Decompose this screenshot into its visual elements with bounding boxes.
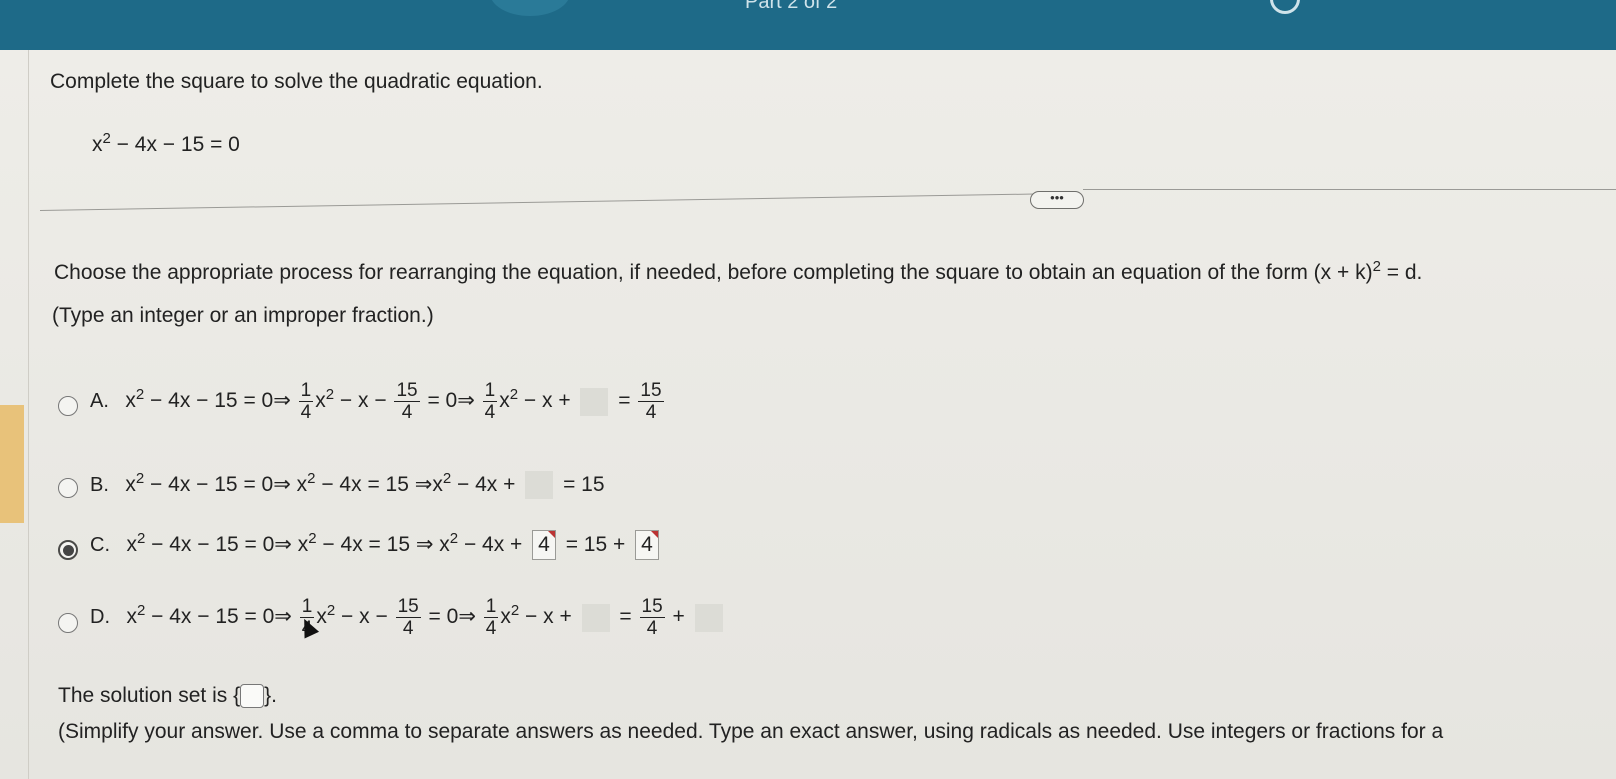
fraction: 14 (482, 380, 498, 423)
fraction: 15 4 (395, 596, 421, 639)
header-decoration (490, 0, 570, 16)
question-prompt: Complete the square to solve the quadrat… (50, 70, 543, 93)
left-accent-bar (0, 405, 24, 523)
option-c-answer-2[interactable]: 4 (635, 530, 659, 561)
option-b[interactable]: B. x2 − 4x − 15 = 0⇒ x2 − 4x = 15 ⇒x2 − … (90, 470, 605, 500)
top-bar: Part 2 of 2 (0, 0, 1616, 50)
instructions-line-2: (Type an integer or an improper fraction… (52, 304, 434, 327)
option-a-blank[interactable] (580, 387, 609, 416)
option-c-math: x2 − 4x − 15 = 0⇒ x2 − 4x = 15 ⇒ x2 − 4x… (126, 530, 662, 561)
fraction: 15 4 (639, 596, 665, 639)
fraction: 15 4 (394, 380, 420, 423)
solution-set-input[interactable] (240, 684, 265, 709)
option-d-radio[interactable] (58, 613, 78, 633)
option-b-blank[interactable] (525, 471, 554, 500)
option-d-math: x2 − 4x − 15 = 0⇒ 1 4 x2 − x − 15 4 = 0⇒ 14… (126, 596, 726, 639)
fraction: 15 4 (638, 380, 664, 423)
option-a-radio[interactable] (58, 396, 78, 416)
option-a[interactable]: A. x2 − 4x − 15 = 0⇒ 1 4 x2 − x − 15 4 = 0⇒… (90, 380, 666, 423)
option-d-blank-2[interactable] (694, 603, 723, 632)
solution-set-line: The solution set is {}. (58, 684, 277, 709)
question-equation: x2 − 4x − 15 = 0 (92, 130, 240, 156)
instructions-line-1: Choose the appropriate process for rearr… (54, 258, 1423, 284)
option-c-radio[interactable] (58, 540, 78, 560)
option-b-radio[interactable] (58, 478, 78, 498)
option-b-math: x2 − 4x − 15 = 0⇒ x2 − 4x = 15 ⇒x2 − 4x … (125, 470, 605, 500)
option-d[interactable]: D. x2 − 4x − 15 = 0⇒ 1 4 x2 − x − 15 4 = 0⇒… (90, 596, 727, 639)
section-divider-right (1083, 189, 1616, 190)
option-c[interactable]: C. x2 − 4x − 15 = 0⇒ x2 − 4x = 15 ⇒ x2 −… (90, 530, 663, 561)
fraction: 14 (483, 596, 499, 639)
option-a-math: x2 − 4x − 15 = 0⇒ 1 4 x2 − x − 15 4 = 0⇒ 14… (125, 380, 664, 423)
progress-ring-icon (1270, 0, 1300, 14)
option-d-blank-1[interactable] (581, 603, 610, 632)
part-label: Part 2 of 2 (745, 0, 838, 13)
left-rule (28, 50, 29, 779)
fraction: 14 (298, 380, 314, 423)
more-button[interactable]: ••• (1030, 191, 1084, 209)
option-c-answer-1[interactable]: 4 (532, 530, 556, 561)
solution-hint: (Simplify your answer. Use a comma to se… (58, 720, 1444, 743)
